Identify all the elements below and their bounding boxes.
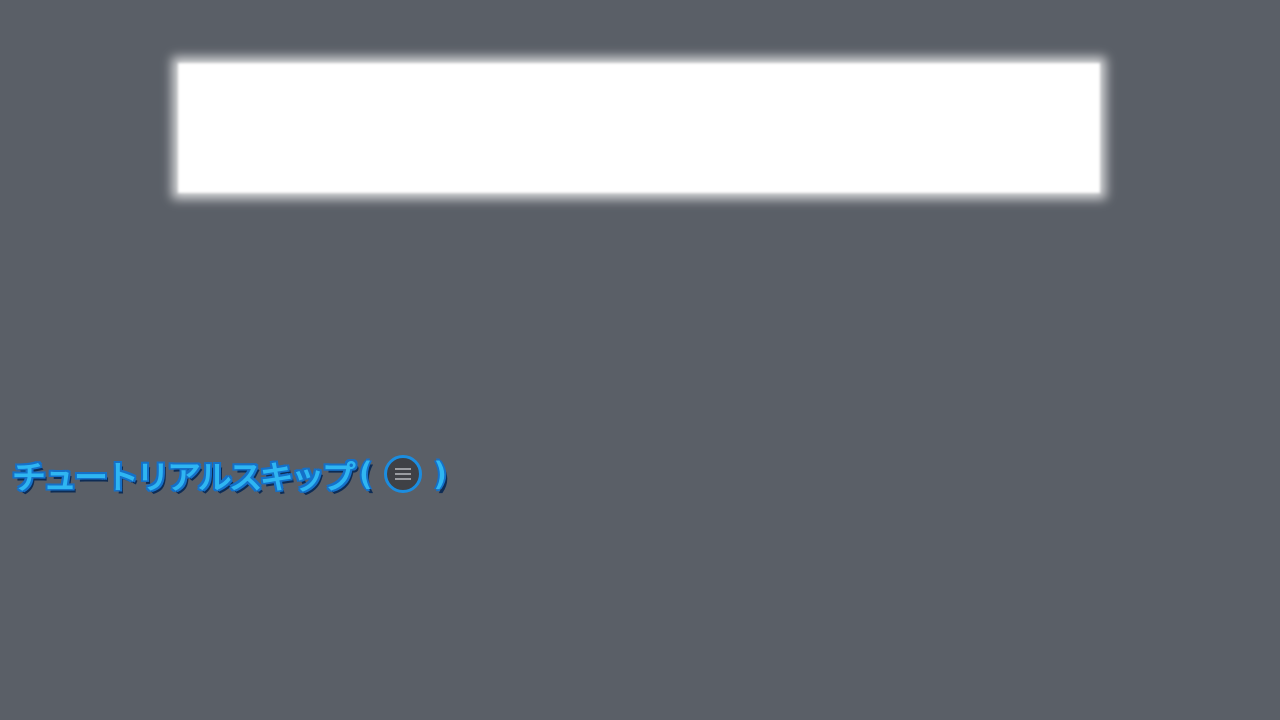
open-bracket: ( — [355, 455, 375, 493]
menu-button[interactable] — [383, 455, 422, 493]
tutorial-skip-label: チュートリアルスキップ — [12, 458, 356, 497]
message-banner — [178, 63, 1100, 193]
close-bracket: ) — [430, 455, 451, 493]
tutorial-skip-hint: チュートリアルスキップ ( ) — [12, 450, 453, 498]
hamburger-menu-icon — [394, 468, 411, 480]
